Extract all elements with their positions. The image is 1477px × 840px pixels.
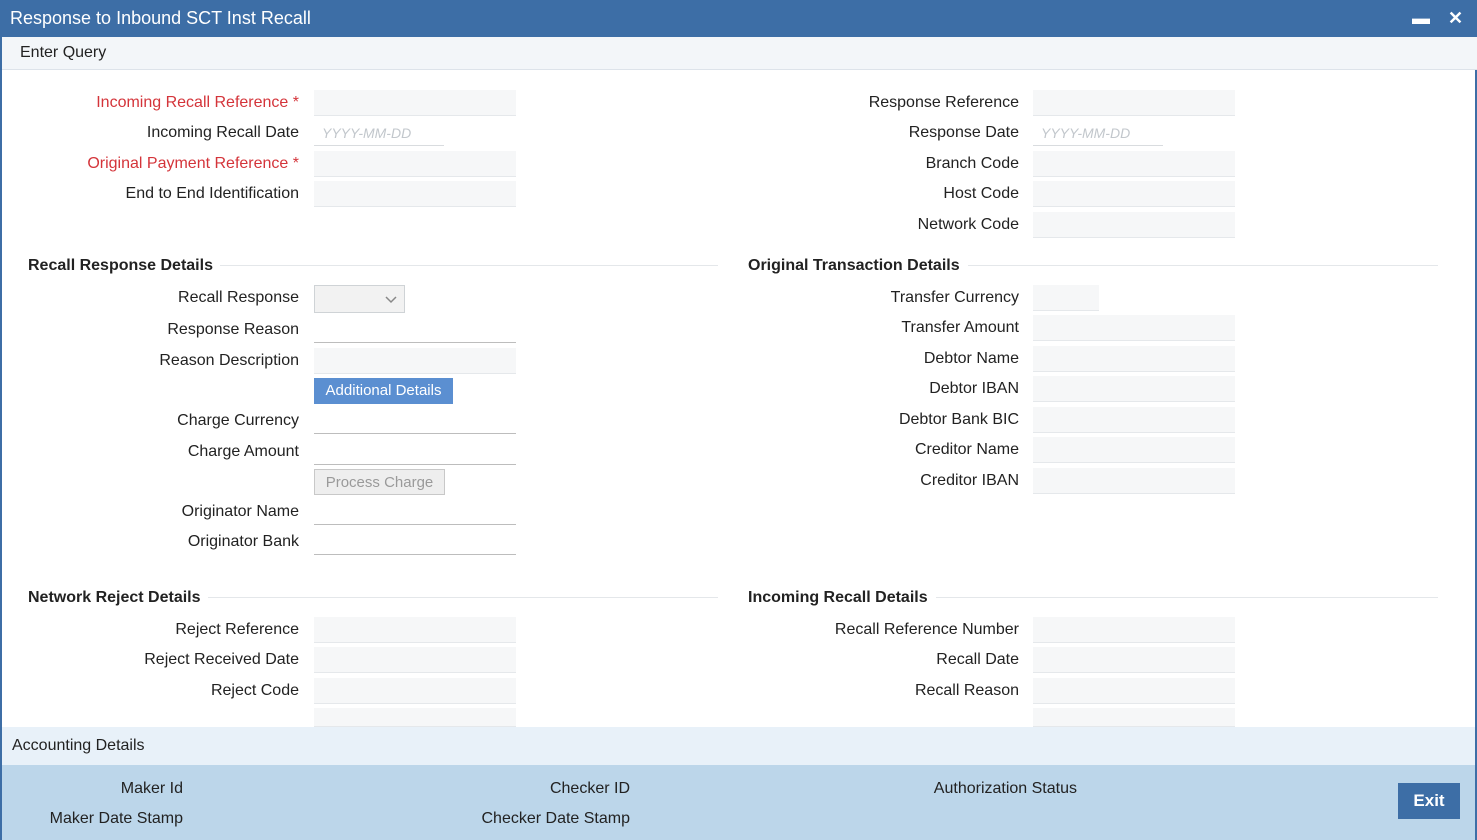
host-code-label: Host Code [943, 185, 1019, 202]
network-code-field[interactable] [1033, 212, 1235, 238]
section-divider [936, 597, 1438, 598]
accounting-details-bar[interactable] [2, 727, 1475, 765]
section-divider [208, 597, 718, 598]
debtor-bank-bic-label: Debtor Bank BIC [898, 411, 1019, 428]
network-reject-details-heading: Network Reject Details [28, 589, 201, 606]
recall-reason-field[interactable] [1033, 678, 1235, 704]
recall-reference-number-field[interactable] [1033, 617, 1235, 643]
enter-query-button[interactable]: Enter Query [20, 44, 106, 62]
response-reason-label: Response Reason [167, 321, 299, 338]
recall-response-details-heading: Recall Response Details [28, 257, 213, 274]
creditor-iban-field[interactable] [1033, 468, 1235, 494]
maker-date-stamp-label: Maker Date Stamp [49, 810, 183, 827]
close-icon[interactable]: ✕ [1448, 7, 1463, 29]
originator-bank-field[interactable] [314, 529, 516, 555]
response-reference-field[interactable] [1033, 90, 1235, 116]
recall-response-select[interactable] [314, 285, 405, 313]
recall-date-field[interactable] [1033, 647, 1235, 673]
authorization-status-label: Authorization Status [933, 780, 1077, 797]
response-reason-field[interactable] [314, 317, 516, 343]
response-date-label: Response Date [908, 124, 1019, 141]
section-divider [968, 265, 1438, 266]
incoming-recall-details-heading: Incoming Recall Details [748, 589, 928, 606]
end-to-end-identification-label: End to End Identification [125, 185, 299, 202]
debtor-name-field[interactable] [1033, 346, 1235, 372]
reject-reference-field[interactable] [314, 617, 516, 643]
host-code-field[interactable] [1033, 181, 1235, 207]
original-payment-reference-label: Original Payment Reference * [87, 155, 299, 172]
originator-name-label: Originator Name [181, 503, 299, 520]
additional-details-button[interactable]: Additional Details [314, 378, 453, 404]
debtor-iban-field[interactable] [1033, 376, 1235, 402]
reject-reference-label: Reject Reference [175, 621, 299, 638]
window-title: Response to Inbound SCT Inst Recall [10, 8, 311, 28]
recall-reason-label: Recall Reason [914, 682, 1019, 699]
exit-button[interactable]: Exit [1398, 783, 1460, 819]
end-to-end-identification-field[interactable] [314, 181, 516, 207]
creditor-name-label: Creditor Name [914, 441, 1019, 458]
debtor-iban-label: Debtor IBAN [929, 380, 1019, 397]
transfer-amount-field[interactable] [1033, 315, 1235, 341]
charge-amount-label: Charge Amount [187, 443, 299, 460]
reject-received-date-field[interactable] [314, 647, 516, 673]
incoming-recall-reference-label: Incoming Recall Reference * [96, 94, 299, 111]
reject-code-field[interactable] [314, 678, 516, 704]
toolbar: Enter Query [2, 37, 1477, 70]
reason-description-field[interactable] [314, 348, 516, 374]
originator-bank-label: Originator Bank [187, 533, 299, 550]
network-code-label: Network Code [917, 216, 1019, 233]
recall-date-label: Recall Date [936, 651, 1019, 668]
checker-date-stamp-label: Checker Date Stamp [481, 810, 630, 827]
chevron-down-icon [385, 296, 397, 304]
audit-footer [2, 765, 1475, 840]
incoming-recall-reference-field[interactable] [314, 90, 516, 116]
response-reference-label: Response Reference [868, 94, 1019, 111]
charge-amount-field[interactable] [314, 439, 516, 465]
section-divider [220, 265, 718, 266]
transfer-amount-label: Transfer Amount [901, 319, 1019, 336]
creditor-iban-label: Creditor IBAN [920, 472, 1019, 489]
transfer-currency-label: Transfer Currency [890, 289, 1019, 306]
process-charge-button[interactable]: Process Charge [314, 469, 445, 495]
debtor-bank-bic-field[interactable] [1033, 407, 1235, 433]
original-transaction-details-heading: Original Transaction Details [748, 257, 960, 274]
response-date-placeholder: YYYY-MM-DD [1041, 125, 1131, 141]
transfer-currency-field[interactable] [1033, 285, 1099, 311]
reject-code-label: Reject Code [210, 682, 299, 699]
branch-code-label: Branch Code [925, 155, 1019, 172]
debtor-name-label: Debtor Name [923, 350, 1019, 367]
original-payment-reference-field[interactable] [314, 151, 516, 177]
accounting-details-link[interactable]: Accounting Details [12, 737, 145, 755]
reject-received-date-label: Reject Received Date [144, 651, 299, 668]
charge-currency-label: Charge Currency [177, 412, 299, 429]
incoming-recall-date-label: Incoming Recall Date [146, 124, 299, 141]
charge-currency-field[interactable] [314, 408, 516, 434]
checker-id-label: Checker ID [549, 780, 630, 797]
reject-reason-field[interactable] [314, 708, 516, 727]
incoming-recall-date-field[interactable]: YYYY-MM-DD [314, 120, 444, 146]
originator-name-field[interactable] [314, 499, 516, 525]
reason-description-label: Reason Description [159, 352, 299, 369]
minimize-icon[interactable]: ▬ [1412, 7, 1430, 29]
branch-code-field[interactable] [1033, 151, 1235, 177]
response-date-field[interactable]: YYYY-MM-DD [1033, 120, 1163, 146]
reason-description-field-2[interactable] [1033, 708, 1235, 727]
recall-reference-number-label: Recall Reference Number [834, 621, 1019, 638]
creditor-name-field[interactable] [1033, 437, 1235, 463]
recall-response-label: Recall Response [178, 289, 299, 306]
incoming-recall-date-placeholder: YYYY-MM-DD [322, 125, 412, 141]
maker-id-label: Maker Id [120, 780, 183, 797]
